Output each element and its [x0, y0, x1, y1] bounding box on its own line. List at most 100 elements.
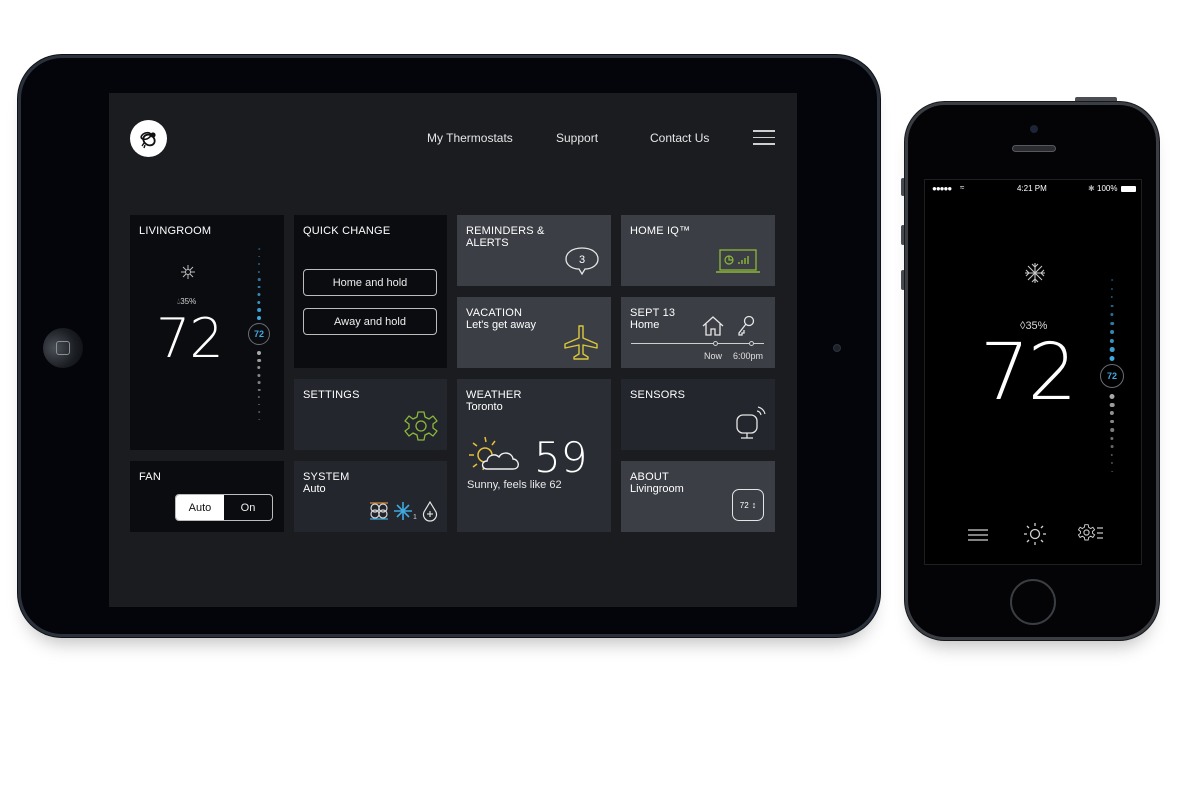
phone-speaker [1012, 145, 1056, 152]
dial-cool-dot [257, 285, 261, 289]
cool-snowflake-icon [394, 502, 412, 520]
dial-cool-dot [1110, 304, 1114, 308]
nav-contact-us[interactable]: Contact Us [650, 131, 709, 145]
fan-auto-option[interactable]: Auto [176, 495, 224, 520]
temperature-dial[interactable]: 72 [1100, 264, 1124, 489]
weather-city: Toronto [466, 401, 503, 413]
tile-reminders-alerts[interactable]: REMINDERS & ALERTS 3 [457, 215, 611, 286]
tile-subtitle: Home [630, 319, 660, 331]
battery-icon [1121, 186, 1136, 192]
dial-heat-dot [1110, 428, 1114, 432]
tile-livingroom[interactable]: LIVINGROOM 💧︎35% 72 72 [130, 215, 284, 450]
dial-heat-dot [1111, 470, 1113, 473]
alert-count: 3 [579, 254, 585, 266]
dial-heat-dot [1110, 453, 1114, 456]
dial-cool-dot [257, 300, 261, 304]
dial-heat-dot [257, 373, 261, 377]
tile-home-iq[interactable]: HOME IQ™ [621, 215, 775, 286]
fan-on-option[interactable]: On [224, 495, 272, 520]
partly-sunny-icon [469, 436, 519, 471]
hamburger-menu-icon[interactable] [967, 527, 989, 548]
tile-title: SENSORS [630, 389, 686, 401]
setpoint-badge[interactable]: 72 [1100, 364, 1124, 388]
tile-title: VACATION [466, 307, 523, 319]
snowflake-icon [181, 265, 195, 279]
schedule-timeline [631, 343, 764, 344]
dial-heat-dot [257, 366, 261, 370]
dial-heat-dot [257, 351, 261, 355]
dial-heat-dot [1110, 436, 1114, 440]
dial-heat-dot [257, 381, 261, 384]
product-showcase: My Thermostats Support Contact Us LIVING… [0, 0, 1200, 800]
phone-device: ●●●●● ≈ 4:21 PM ✱ 100% ◊35% 72 72 [905, 102, 1159, 640]
tile-about[interactable]: ABOUT Livingroom 72 ↕ [621, 461, 775, 532]
dial-cool-dot [257, 315, 261, 320]
dial-heat-dot [1110, 419, 1114, 424]
dial-cool-dot [1110, 296, 1114, 299]
wifi-icon: ≈ [960, 183, 965, 192]
tile-title: WEATHER [466, 389, 522, 401]
dial-heat-dot [1109, 394, 1115, 399]
cool-stage-count: 1 [413, 514, 417, 521]
heat-pump-fan-icon [370, 502, 388, 520]
house-icon [702, 316, 724, 336]
gear-icon [404, 411, 438, 441]
settings-list-icon[interactable] [1077, 523, 1104, 550]
tile-title: HOME IQ™ [630, 225, 691, 237]
phone-camera [1030, 125, 1038, 133]
tile-quick-change: QUICK CHANGE Home and hold Away and hold [294, 215, 447, 368]
dial-cool-dot [257, 270, 261, 273]
timeline-marker-6pm [749, 341, 754, 346]
status-time: 4:21 PM [1017, 184, 1047, 193]
hamburger-menu-icon[interactable] [753, 130, 775, 146]
timeline-marker-now [713, 341, 718, 346]
tile-title: QUICK CHANGE [303, 225, 391, 237]
tile-vacation[interactable]: VACATION Let's get away [457, 297, 611, 368]
dial-cool-dot [1111, 279, 1113, 281]
humidity-readout: 💧︎35% [177, 297, 197, 306]
bee-logo-icon[interactable] [130, 120, 167, 157]
weather-description: Sunny, feels like 62 [467, 479, 562, 491]
temperature-dial[interactable]: 72 [248, 243, 270, 433]
tile-system[interactable]: SYSTEM Auto 1 [294, 461, 447, 532]
thermostat-device-icon: 72 ↕ [732, 489, 764, 521]
sun-icon[interactable] [1023, 522, 1047, 551]
battery-percent: 100% [1097, 184, 1118, 193]
home-and-hold-button[interactable]: Home and hold [303, 269, 437, 296]
dial-cool-dot [258, 248, 260, 250]
nav-my-thermostats[interactable]: My Thermostats [427, 131, 513, 145]
tile-title-line2: ALERTS [466, 237, 509, 249]
timeline-label-6pm: 6:00pm [733, 351, 764, 361]
tile-sensors[interactable]: SENSORS [621, 379, 775, 450]
phone-home-button[interactable] [1010, 579, 1056, 625]
dial-heat-dot [258, 403, 260, 406]
tile-title: SYSTEM [303, 471, 350, 483]
weather-temperature: 59 [534, 433, 588, 482]
dial-heat-dot [1110, 445, 1114, 448]
tile-settings[interactable]: SETTINGS [294, 379, 447, 450]
fan-mode-toggle[interactable]: Auto On [175, 494, 273, 521]
tile-subtitle: Let's get away [466, 319, 536, 331]
tile-weather[interactable]: WEATHER Toronto 59 Sunny, feels like 62 [457, 379, 611, 532]
current-temperature: 72 [980, 328, 1077, 418]
tile-fan: FAN Auto On [130, 461, 284, 532]
away-and-hold-button[interactable]: Away and hold [303, 308, 437, 335]
tile-title: LIVINGROOM [139, 225, 212, 237]
tile-title: REMINDERS & [466, 225, 545, 237]
phone-screen: ●●●●● ≈ 4:21 PM ✱ 100% ◊35% 72 72 [924, 179, 1142, 565]
tablet-home-button[interactable] [43, 328, 83, 368]
dial-cool-dot [1109, 338, 1115, 343]
setpoint-badge[interactable]: 72 [248, 323, 270, 345]
nav-support[interactable]: Support [556, 131, 598, 145]
speech-bubble-icon: 3 [565, 247, 599, 276]
dial-cool-dot [1110, 313, 1114, 317]
dial-cool-dot [257, 308, 261, 312]
airplane-icon [564, 325, 598, 360]
current-temperature: 72 [156, 307, 224, 370]
tablet-screen: My Thermostats Support Contact Us LIVING… [109, 93, 797, 607]
tile-schedule[interactable]: SEPT 13 Home Now 6:00pm [621, 297, 775, 368]
dial-cool-dot [1110, 287, 1114, 290]
dial-cool-dot [257, 278, 261, 281]
dial-heat-dot [258, 418, 260, 420]
thermostat-name: Livingroom [630, 483, 684, 495]
